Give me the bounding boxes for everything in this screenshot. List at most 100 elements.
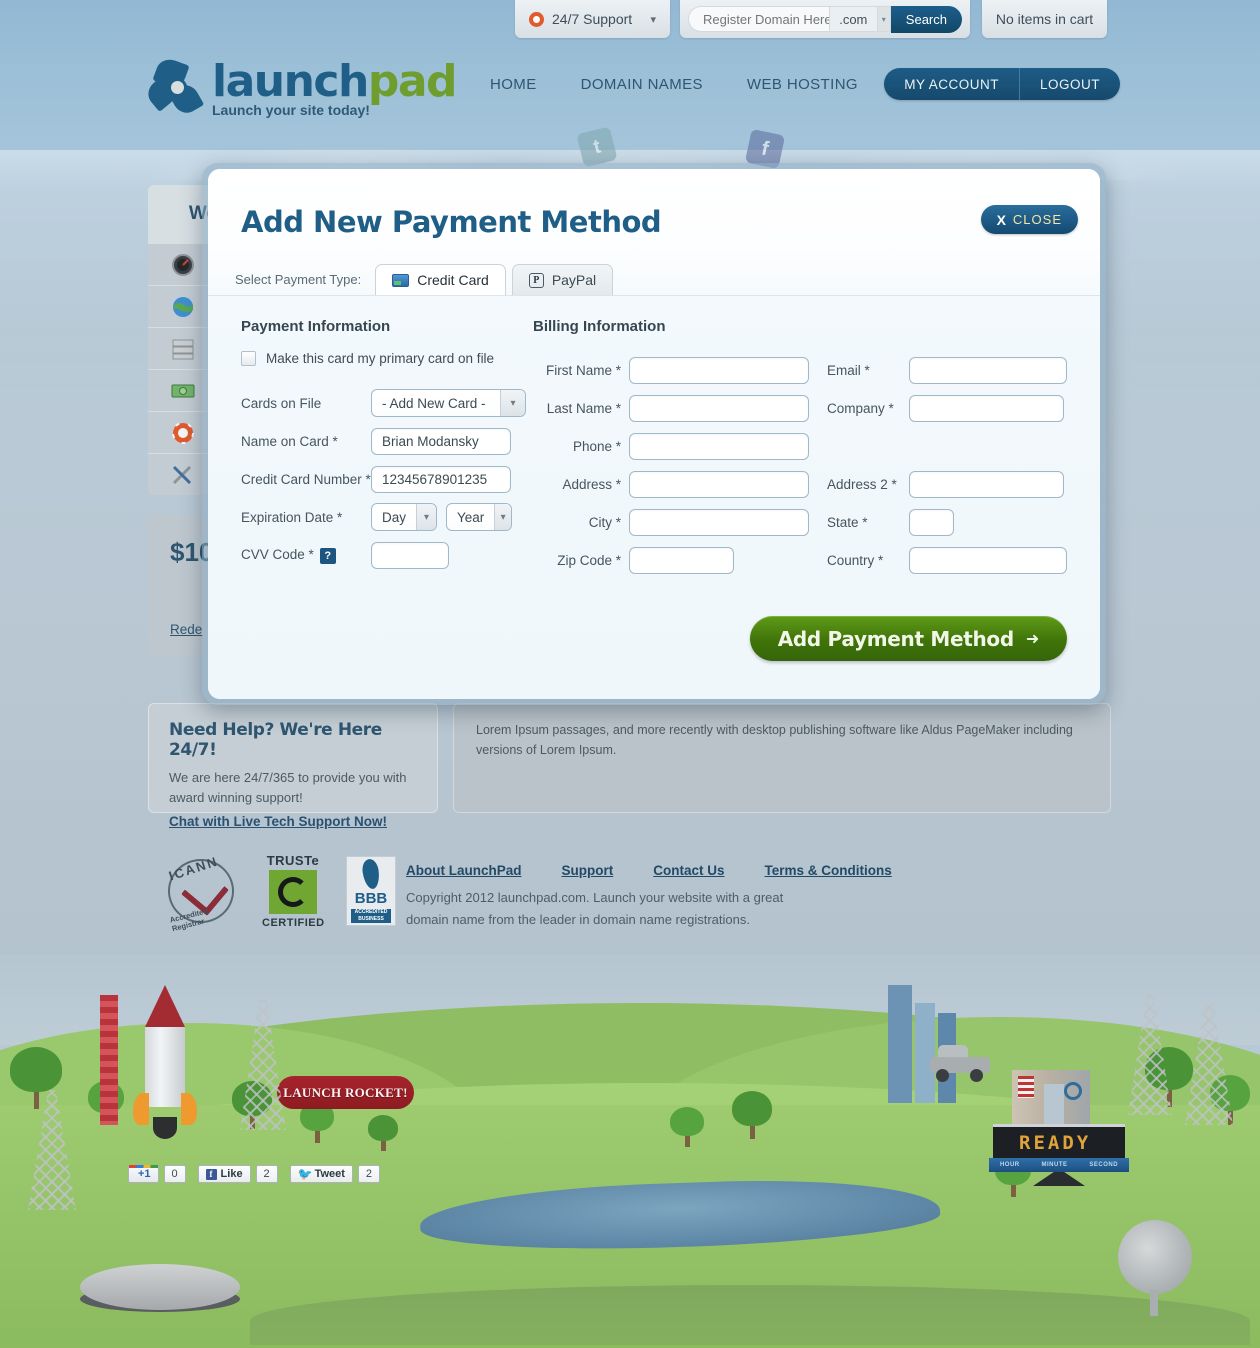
city-label: City *: [588, 514, 621, 530]
my-account-button[interactable]: MY ACCOUNT: [884, 68, 1019, 100]
tld-select-value[interactable]: .com: [829, 6, 878, 32]
globe-icon: [173, 296, 193, 317]
countdown-unit-hour: HOUR: [999, 1162, 1020, 1168]
truste-certified-label: CERTIFIED: [262, 917, 325, 929]
credit-card-number-input[interactable]: [371, 465, 511, 493]
google-plus-share[interactable]: +1 0: [128, 1165, 186, 1183]
address-input[interactable]: [629, 470, 809, 498]
expiration-day-select[interactable]: Day ▾: [371, 503, 437, 531]
city-state-row: City * State *: [533, 503, 1067, 541]
country-input[interactable]: [909, 546, 1067, 574]
expiration-date-row: Expiration Date * Day ▾ Year ▾: [241, 498, 529, 536]
first-name-input[interactable]: [629, 356, 809, 384]
truste-badge-icon: TRUSTe CERTIFIED: [262, 853, 324, 929]
primary-card-row[interactable]: Make this card my primary card on file: [241, 351, 529, 366]
launch-rocket-button[interactable]: LAUNCH ROCKET!: [277, 1076, 414, 1109]
search-button[interactable]: Search: [890, 5, 962, 33]
email-input[interactable]: [909, 356, 1067, 384]
live-chat-link[interactable]: Chat with Live Tech Support Now!: [169, 814, 387, 829]
close-button[interactable]: X CLOSE: [980, 205, 1078, 234]
cards-on-file-row: Cards on File - Add New Card - ▾: [241, 384, 529, 422]
tab-credit-card[interactable]: Credit Card: [375, 264, 506, 295]
credit-card-number-label: Credit Card Number *: [241, 471, 371, 487]
footer-links: About LaunchPad Support Contact Us Terms…: [406, 863, 892, 878]
cvv-input[interactable]: [371, 541, 449, 569]
twitter-tweet-count: 2: [357, 1165, 380, 1183]
lifering-icon: [172, 421, 194, 444]
phone-input[interactable]: [629, 432, 809, 460]
launchpad-mark-icon: [1064, 1082, 1082, 1100]
google-plus-label[interactable]: +1: [128, 1165, 159, 1183]
nav-item-home[interactable]: HOME: [490, 76, 537, 93]
state-input[interactable]: [909, 508, 954, 536]
need-help-title: Need Help? We're Here 24/7!: [169, 720, 382, 760]
chevron-down-icon: ▾: [416, 504, 436, 530]
cart-status[interactable]: No items in cart: [982, 0, 1107, 38]
car: [930, 1045, 990, 1082]
expiration-year-select[interactable]: Year ▾: [446, 503, 512, 531]
account-buttons: MY ACCOUNT LOGOUT: [884, 68, 1120, 100]
facebook-like-share[interactable]: f Like 2: [197, 1165, 278, 1183]
company-input[interactable]: [909, 394, 1064, 422]
main-navigation: HOME DOMAIN NAMES WEB HOSTING: [490, 76, 858, 93]
phone-label: Phone *: [572, 438, 621, 454]
facebook-like-label: Like: [220, 1168, 243, 1180]
search-field-wrap[interactable]: [688, 6, 830, 32]
money-icon: [171, 384, 195, 397]
support-menu[interactable]: 24/7 Support ▾: [515, 0, 670, 38]
cards-on-file-select[interactable]: - Add New Card - ▾: [371, 389, 526, 417]
cards-on-file-value: - Add New Card -: [382, 395, 486, 411]
top-utility-bar: 24/7 Support ▾ .com ▾ Search No items in…: [0, 0, 1260, 40]
tab-paypal[interactable]: P PayPal: [511, 264, 614, 295]
speedometer-icon: [172, 253, 194, 276]
footer-link-about[interactable]: About LaunchPad: [406, 863, 522, 878]
bbb-label: BBB: [354, 890, 388, 907]
zip-country-row: Zip Code * Country *: [533, 541, 1067, 579]
flag-icon: [1018, 1076, 1034, 1098]
domain-search-bar: .com ▾ Search: [680, 0, 970, 38]
site-logo[interactable]: launchpad Launch your site today!: [142, 55, 458, 118]
footer-link-terms[interactable]: Terms & Conditions: [765, 863, 892, 878]
primary-card-checkbox[interactable]: [241, 351, 256, 366]
support-label: 24/7 Support: [552, 11, 633, 27]
zip-input[interactable]: [629, 546, 734, 574]
nav-item-domain-names[interactable]: DOMAIN NAMES: [581, 76, 703, 93]
arrow-right-icon: ➜: [1025, 629, 1039, 648]
countdown-unit-minute: MINUTE: [1041, 1162, 1068, 1168]
last-name-company-row: Last Name * Company *: [533, 389, 1067, 427]
twitter-tweet-share[interactable]: 🐦 Tweet 2: [289, 1165, 380, 1183]
email-label: Email *: [827, 362, 870, 378]
country-label: Country *: [827, 552, 884, 568]
modal-title: Add New Payment Method: [241, 205, 662, 239]
site-header: launchpad Launch your site today! HOME D…: [0, 46, 1260, 124]
last-name-label: Last Name *: [546, 400, 621, 416]
footer-copyright: Copyright 2012 launchpad.com. Launch you…: [406, 890, 784, 927]
tab-paypal-label: PayPal: [551, 272, 597, 288]
server-icon: [172, 339, 194, 359]
last-name-input[interactable]: [629, 394, 809, 422]
twitter-icon: 🐦: [297, 1166, 313, 1181]
truste-label: TRUSTe: [266, 853, 320, 868]
address-row: Address * Address 2 *: [533, 465, 1067, 503]
countdown-units: HOUR MINUTE SECOND: [989, 1158, 1129, 1172]
payment-section-title: Payment Information: [241, 318, 391, 335]
tld-chevron-down-icon[interactable]: ▾: [877, 6, 891, 32]
cvv-row: CVV Code *?: [241, 536, 529, 574]
footer-link-contact[interactable]: Contact Us: [653, 863, 724, 878]
lifering-icon: [529, 11, 544, 27]
add-payment-method-button[interactable]: Add Payment Method ➜: [749, 616, 1067, 661]
promo-redeem-link[interactable]: Rede: [170, 622, 202, 637]
nav-item-web-hosting[interactable]: WEB HOSTING: [747, 76, 858, 93]
chevron-down-icon[interactable]: ▾: [650, 13, 656, 26]
close-label: CLOSE: [1012, 212, 1062, 227]
cvv-help-icon[interactable]: ?: [319, 547, 336, 564]
countdown-board: READY HOUR MINUTE SECOND: [985, 1118, 1133, 1186]
name-on-card-input[interactable]: [371, 427, 511, 455]
footer-link-support[interactable]: Support: [562, 863, 614, 878]
search-input[interactable]: [703, 11, 829, 27]
launchpad-logo-icon: [142, 55, 206, 118]
payment-type-tabs: Select Payment Type: Credit Card P PayPa…: [235, 264, 614, 295]
city-input[interactable]: [629, 508, 809, 536]
address2-input[interactable]: [909, 470, 1064, 498]
logout-button[interactable]: LOGOUT: [1018, 68, 1120, 100]
